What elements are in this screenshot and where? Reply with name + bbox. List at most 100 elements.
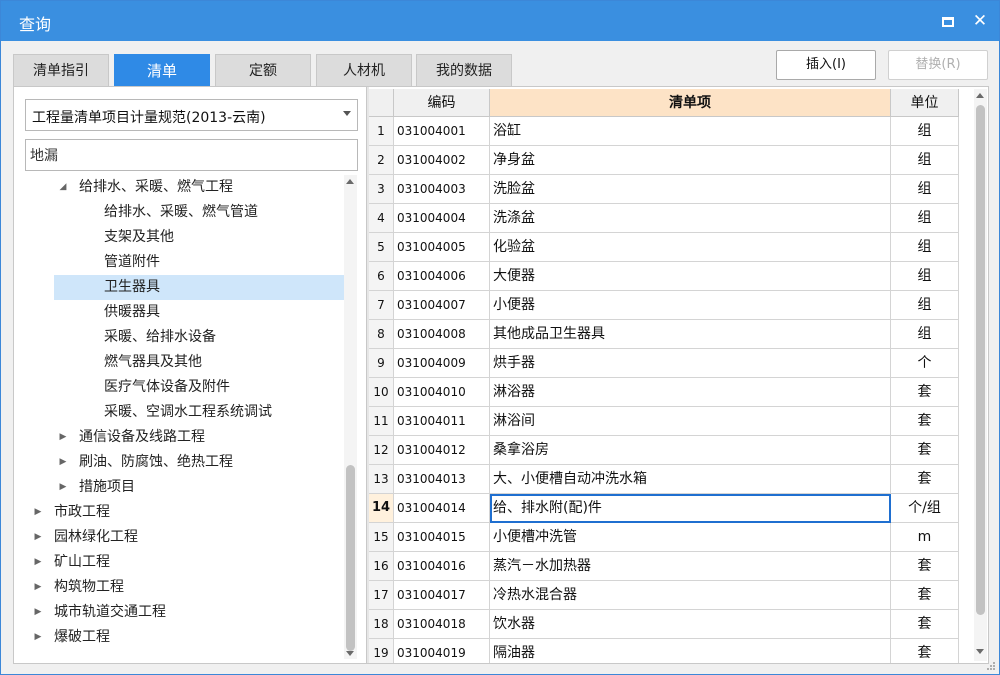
row-number[interactable]: 1 — [369, 117, 394, 146]
tree-item[interactable]: 采暖、给排水设备 — [14, 325, 344, 350]
expand-arrow-icon[interactable]: ▶ — [32, 575, 44, 600]
unit-cell[interactable]: 套 — [891, 552, 959, 581]
bill-item-cell[interactable]: 其他成品卫生器具 — [490, 320, 891, 349]
unit-cell[interactable]: 组 — [891, 117, 959, 146]
unit-cell[interactable]: m — [891, 523, 959, 552]
tree-item[interactable]: 管道附件 — [14, 250, 344, 275]
close-icon[interactable]: ✕ — [970, 11, 990, 31]
unit-cell[interactable]: 套 — [891, 465, 959, 494]
code-cell[interactable]: 031004012 — [394, 436, 490, 465]
tree-item[interactable]: 支架及其他 — [14, 225, 344, 250]
table-row[interactable]: 7 031004007 小便器组 — [369, 291, 972, 320]
tree-item[interactable]: ▶ 爆破工程 — [14, 625, 344, 650]
unit-cell[interactable]: 组 — [891, 291, 959, 320]
table-row[interactable]: 1 031004001 浴缸组 — [369, 117, 972, 146]
scroll-down-icon[interactable] — [976, 649, 984, 654]
scroll-up-icon[interactable] — [346, 179, 354, 184]
unit-cell[interactable]: 组 — [891, 320, 959, 349]
code-cell[interactable]: 031004018 — [394, 610, 490, 639]
bill-item-cell[interactable]: 蒸汽－水加热器 — [490, 552, 891, 581]
grid-scroll-thumb[interactable] — [976, 105, 985, 615]
bill-item-cell[interactable]: 大、小便槽自动冲洗水箱 — [490, 465, 891, 494]
bill-item-cell[interactable]: 大便器 — [490, 262, 891, 291]
unit-cell[interactable]: 组 — [891, 146, 959, 175]
title-bar[interactable]: 查询 ✕ — [1, 1, 999, 41]
bill-item-cell[interactable]: 小便器 — [490, 291, 891, 320]
table-row[interactable]: 17 031004017 冷热水混合器套 — [369, 581, 972, 610]
code-cell[interactable]: 031004017 — [394, 581, 490, 610]
expand-arrow-icon[interactable]: ▶ — [57, 425, 69, 450]
expand-arrow-icon[interactable]: ▶ — [32, 525, 44, 550]
filter-input[interactable] — [25, 139, 358, 171]
header-code[interactable]: 编码 — [394, 89, 490, 117]
bill-item-cell[interactable]: 洗涤盆 — [490, 204, 891, 233]
bill-item-cell[interactable]: 净身盆 — [490, 146, 891, 175]
unit-cell[interactable]: 套 — [891, 581, 959, 610]
code-cell[interactable]: 031004005 — [394, 233, 490, 262]
unit-cell[interactable]: 套 — [891, 407, 959, 436]
row-number[interactable]: 3 — [369, 175, 394, 204]
row-number[interactable]: 9 — [369, 349, 394, 378]
header-unit[interactable]: 单位 — [891, 89, 959, 117]
row-number[interactable]: 2 — [369, 146, 394, 175]
code-cell[interactable]: 031004002 — [394, 146, 490, 175]
code-cell[interactable]: 031004009 — [394, 349, 490, 378]
code-cell[interactable]: 031004011 — [394, 407, 490, 436]
header-bill-item[interactable]: 清单项 — [490, 89, 891, 117]
table-row[interactable]: 8 031004008 其他成品卫生器具组 — [369, 320, 972, 349]
bill-item-cell[interactable]: 淋浴间 — [490, 407, 891, 436]
unit-cell[interactable]: 套 — [891, 639, 959, 663]
table-row[interactable]: 2 031004002 净身盆组 — [369, 146, 972, 175]
code-cell[interactable]: 031004004 — [394, 204, 490, 233]
spec-select[interactable]: 工程量清单项目计量规范(2013-云南) — [25, 99, 358, 131]
grid-scrollbar[interactable] — [974, 89, 987, 661]
code-cell[interactable]: 031004010 — [394, 378, 490, 407]
bill-item-cell[interactable]: 隔油器 — [490, 639, 891, 663]
row-number[interactable]: 17 — [369, 581, 394, 610]
bill-item-cell[interactable]: 浴缸 — [490, 117, 891, 146]
tab-bill-guide[interactable]: 清单指引 — [13, 54, 109, 86]
unit-cell[interactable]: 组 — [891, 262, 959, 291]
expand-arrow-icon[interactable]: ▶ — [57, 450, 69, 475]
row-number[interactable]: 4 — [369, 204, 394, 233]
unit-cell[interactable]: 组 — [891, 175, 959, 204]
unit-cell[interactable]: 个/组 — [891, 494, 959, 523]
row-number[interactable]: 16 — [369, 552, 394, 581]
expand-arrow-icon[interactable]: ▶ — [32, 600, 44, 625]
tree-item[interactable]: ◢ 给排水、采暖、燃气工程 — [14, 175, 344, 200]
bill-item-cell[interactable]: 化验盆 — [490, 233, 891, 262]
table-row[interactable]: 4 031004004 洗涤盆组 — [369, 204, 972, 233]
table-row[interactable]: 6 031004006 大便器组 — [369, 262, 972, 291]
resize-grip-icon[interactable] — [986, 661, 996, 671]
tab-quota[interactable]: 定额 — [215, 54, 311, 86]
unit-cell[interactable]: 组 — [891, 233, 959, 262]
table-row[interactable]: 14 031004014 给、排水附(配)件 个/组 — [369, 494, 972, 523]
bill-item-cell[interactable]: 桑拿浴房 — [490, 436, 891, 465]
row-number[interactable]: 12 — [369, 436, 394, 465]
tree-item[interactable]: ▶ 园林绿化工程 — [14, 525, 344, 550]
row-number[interactable]: 10 — [369, 378, 394, 407]
tab-my-data[interactable]: 我的数据 — [416, 54, 512, 86]
tree-item[interactable]: ▶ 措施项目 — [14, 475, 344, 500]
table-row[interactable]: 15 031004015 小便槽冲洗管 m — [369, 523, 972, 552]
row-number[interactable]: 19 — [369, 639, 394, 663]
row-number[interactable]: 6 — [369, 262, 394, 291]
replace-button[interactable]: 替换(R) — [888, 50, 988, 80]
table-row[interactable]: 12 031004012 桑拿浴房套 — [369, 436, 972, 465]
expand-arrow-icon[interactable]: ▶ — [57, 475, 69, 500]
table-row[interactable]: 10 031004010 淋浴器套 — [369, 378, 972, 407]
row-number[interactable]: 5 — [369, 233, 394, 262]
tree-item[interactable]: 采暖、空调水工程系统调试 — [14, 400, 344, 425]
unit-cell[interactable]: 组 — [891, 204, 959, 233]
bill-item-cell[interactable]: 小便槽冲洗管 — [490, 523, 891, 552]
expand-arrow-icon[interactable]: ▶ — [32, 500, 44, 525]
tree-item[interactable]: ▶ 刷油、防腐蚀、绝热工程 — [14, 450, 344, 475]
tree-item[interactable]: 燃气器具及其他 — [14, 350, 344, 375]
expand-arrow-icon[interactable]: ▶ — [32, 550, 44, 575]
table-row[interactable]: 13 031004013 大、小便槽自动冲洗水箱套 — [369, 465, 972, 494]
tree-item[interactable]: 供暖器具 — [14, 300, 344, 325]
collapse-arrow-icon[interactable]: ◢ — [57, 175, 69, 200]
row-number[interactable]: 15 — [369, 523, 394, 552]
row-number[interactable]: 13 — [369, 465, 394, 494]
tab-labor-material-machine[interactable]: 人材机 — [316, 54, 412, 86]
